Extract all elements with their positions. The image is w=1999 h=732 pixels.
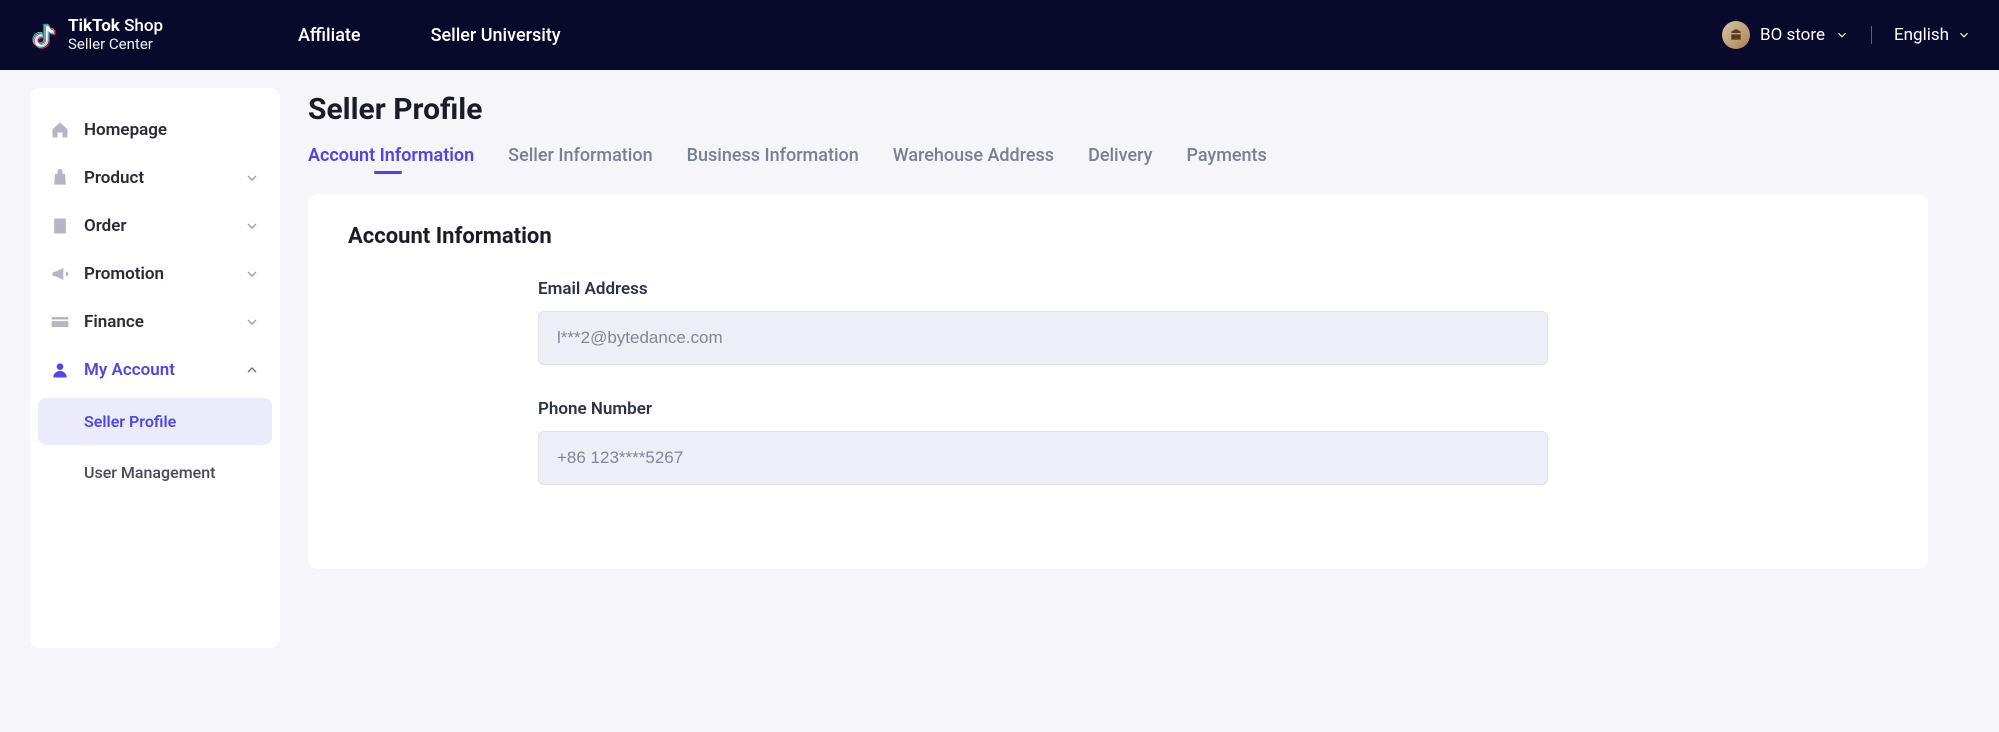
tab-delivery[interactable]: Delivery — [1088, 145, 1152, 172]
sidebar-item-promotion[interactable]: Promotion — [38, 250, 272, 298]
email-label: Email Address — [538, 279, 1548, 299]
sidebar-item-label: Homepage — [84, 120, 167, 140]
sidebar: Homepage Product Order Promotion Finance… — [30, 88, 280, 648]
home-icon — [50, 120, 70, 140]
phone-label: Phone Number — [538, 399, 1548, 419]
form-area: Email Address Phone Number — [348, 279, 1548, 485]
chevron-down-icon — [244, 218, 260, 234]
sidebar-item-label: Order — [84, 216, 127, 236]
sidebar-item-my-account[interactable]: My Account — [38, 346, 272, 394]
main-content: Seller Profile Account Information Selle… — [280, 70, 1999, 648]
megaphone-icon — [50, 264, 70, 284]
profile-tabs: Account Information Seller Information B… — [308, 145, 1971, 172]
document-icon — [50, 216, 70, 236]
sidebar-item-homepage[interactable]: Homepage — [38, 106, 272, 154]
logo-line1a: TikTok — [68, 16, 120, 36]
sidebar-item-order[interactable]: Order — [38, 202, 272, 250]
chevron-down-icon — [244, 266, 260, 282]
tab-business-information[interactable]: Business Information — [687, 145, 859, 172]
sidebar-item-product[interactable]: Product — [38, 154, 272, 202]
language-selector[interactable]: English — [1894, 25, 1971, 45]
chevron-down-icon — [1835, 28, 1849, 42]
sidebar-subitem-user-management[interactable]: User Management — [38, 449, 272, 496]
divider — [1871, 26, 1872, 44]
header-right: BO store English — [1722, 21, 1971, 49]
phone-field[interactable] — [538, 431, 1548, 485]
person-icon — [50, 360, 70, 380]
email-field-group: Email Address — [538, 279, 1548, 365]
card-title: Account Information — [348, 224, 1888, 249]
tab-account-information[interactable]: Account Information — [308, 145, 474, 172]
language-label: English — [1894, 25, 1949, 45]
sidebar-sub-items: Seller Profile User Management — [38, 398, 272, 496]
store-avatar-icon — [1722, 21, 1750, 49]
app-shell: Homepage Product Order Promotion Finance… — [0, 70, 1999, 648]
logo-line2: Seller Center — [68, 36, 163, 53]
card-icon — [50, 312, 70, 332]
chevron-down-icon — [1957, 28, 1971, 42]
nav-affiliate[interactable]: Affiliate — [298, 25, 361, 46]
logo[interactable]: TikTok Shop Seller Center — [28, 17, 268, 52]
chevron-down-icon — [244, 170, 260, 186]
store-selector[interactable]: BO store — [1722, 21, 1849, 49]
logo-text: TikTok Shop Seller Center — [68, 17, 163, 52]
tab-payments[interactable]: Payments — [1186, 145, 1266, 172]
tiktok-icon — [28, 18, 58, 52]
phone-field-group: Phone Number — [538, 399, 1548, 485]
chevron-down-icon — [244, 314, 260, 330]
email-field[interactable] — [538, 311, 1548, 365]
tab-seller-information[interactable]: Seller Information — [508, 145, 652, 172]
nav-seller-university[interactable]: Seller University — [431, 25, 561, 46]
page-title: Seller Profile — [308, 92, 1971, 127]
top-nav: Affiliate Seller University — [298, 25, 561, 46]
sidebar-item-finance[interactable]: Finance — [38, 298, 272, 346]
chevron-up-icon — [244, 362, 260, 378]
tab-warehouse-address[interactable]: Warehouse Address — [893, 145, 1054, 172]
sidebar-subitem-seller-profile[interactable]: Seller Profile — [38, 398, 272, 445]
logo-line1b: Shop — [124, 16, 163, 36]
sidebar-item-label: Finance — [84, 312, 144, 332]
account-information-card: Account Information Email Address Phone … — [308, 194, 1928, 569]
store-name: BO store — [1760, 25, 1825, 45]
sidebar-item-label: My Account — [84, 360, 175, 380]
app-header: TikTok Shop Seller Center Affiliate Sell… — [0, 0, 1999, 70]
bag-icon — [50, 168, 70, 188]
sidebar-item-label: Product — [84, 168, 144, 188]
sidebar-item-label: Promotion — [84, 264, 164, 284]
